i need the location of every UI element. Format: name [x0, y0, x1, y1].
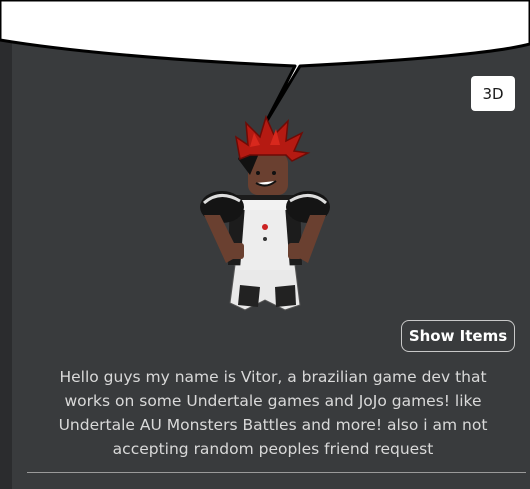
profile-panel: 3D Show Items Hello guys my name is Vito…	[0, 0, 530, 489]
show-items-button[interactable]: Show Items	[401, 320, 515, 352]
profile-bio: Hello guys my name is Vitor, a brazilian…	[58, 368, 488, 458]
speech-bubble	[0, 0, 530, 126]
view-3d-button[interactable]: 3D	[471, 76, 515, 111]
divider	[27, 472, 526, 473]
avatar	[200, 115, 330, 311]
